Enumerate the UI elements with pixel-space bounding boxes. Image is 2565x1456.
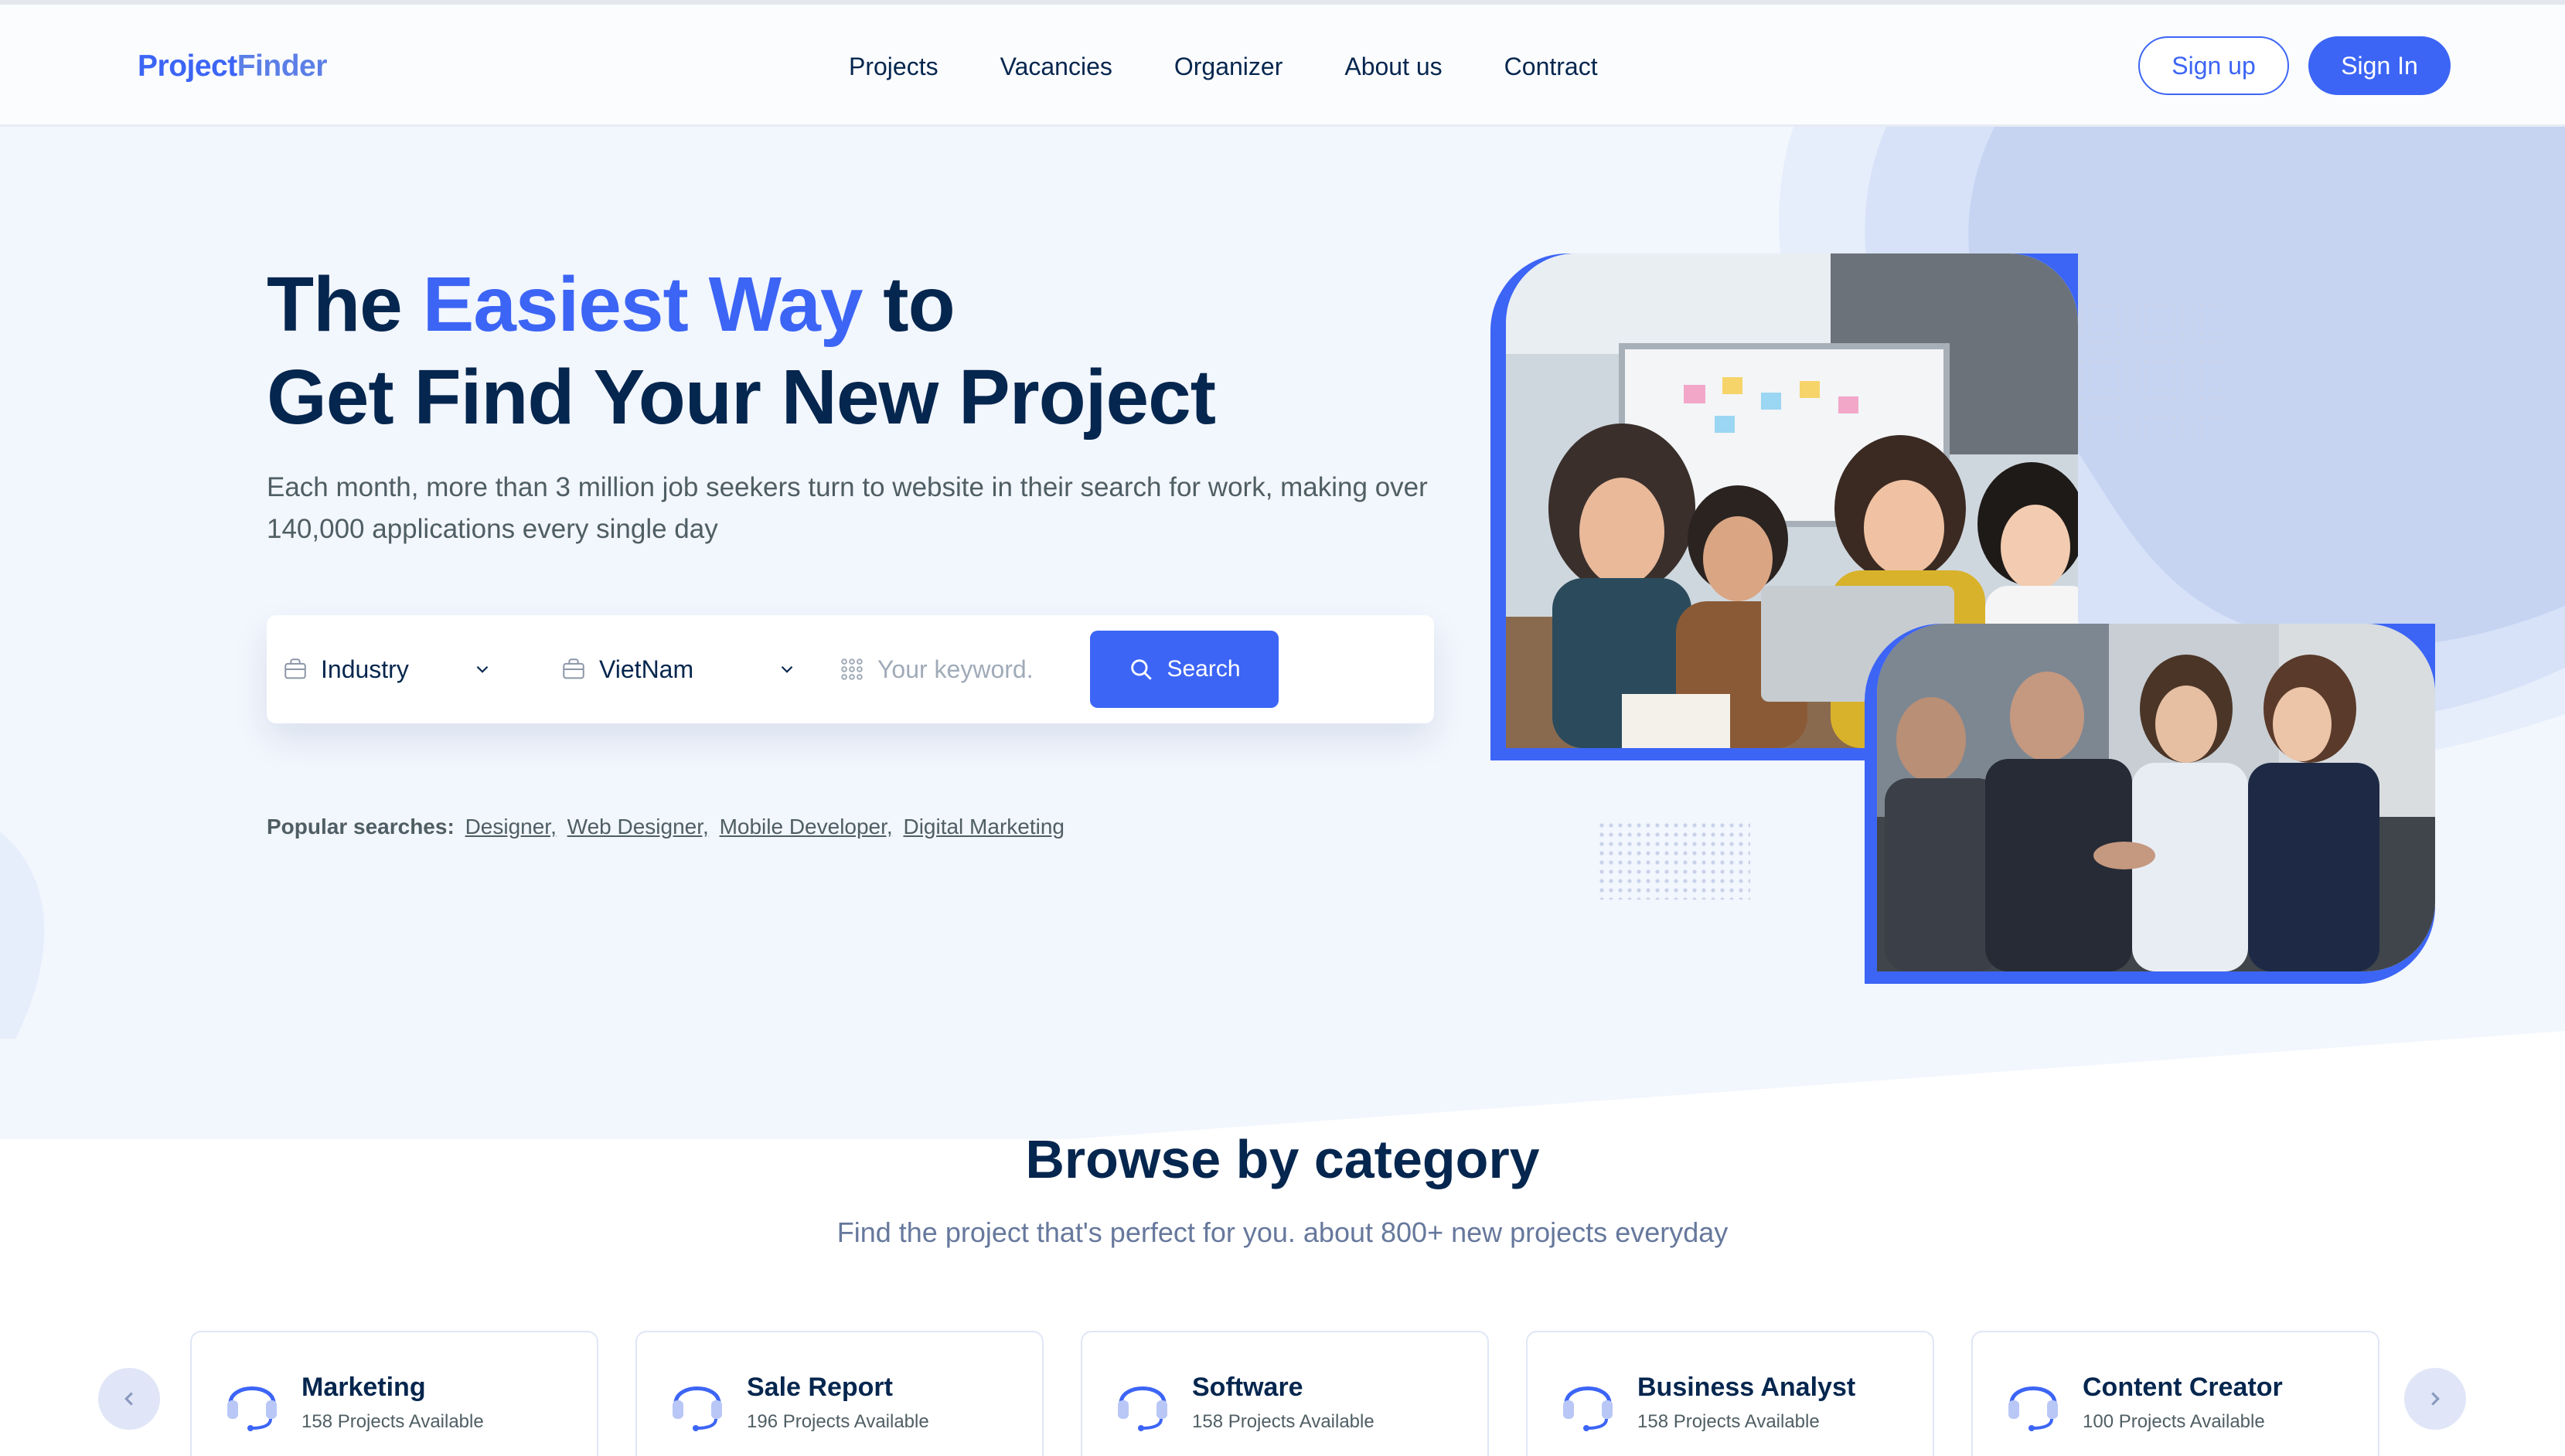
- popular-link-mobile-developer[interactable]: Mobile Developer,: [720, 815, 893, 839]
- location-select[interactable]: VietNam: [560, 615, 693, 723]
- category-card-business-analyst[interactable]: Business Analyst 158 Projects Available: [1526, 1331, 1934, 1456]
- search-box: Industry VietNam Your keyword. Search: [267, 615, 1434, 723]
- sign-up-button[interactable]: Sign up: [2138, 36, 2289, 95]
- headset-icon: [1118, 1386, 1167, 1431]
- chevron-down-icon[interactable]: [472, 659, 492, 679]
- category-card-title: Business Analyst: [1637, 1373, 1856, 1402]
- nav-contract[interactable]: Contract: [1504, 53, 1598, 81]
- chevron-down-icon[interactable]: [777, 659, 797, 679]
- hero-bottom-curve: [1068, 1031, 2565, 1139]
- hero-description: Each month, more than 3 million job seek…: [267, 472, 1428, 544]
- category-card-title: Content Creator: [2083, 1373, 2283, 1402]
- main-nav: Projects Vacancies Organizer About us Co…: [849, 53, 1660, 81]
- dot-pattern: [1599, 822, 1750, 900]
- logo[interactable]: ProjectFinder: [138, 49, 327, 83]
- headset-icon: [1563, 1386, 1613, 1431]
- nav-about-us[interactable]: About us: [1344, 53, 1442, 81]
- chevron-right-icon: [2431, 1392, 2440, 1406]
- chevron-left-icon: [124, 1392, 133, 1406]
- sign-in-button[interactable]: Sign In: [2308, 36, 2451, 95]
- nav-projects[interactable]: Projects: [849, 53, 938, 81]
- hero-image-handshake: [1877, 624, 2435, 971]
- site-header: ProjectFinder Projects Vacancies Organiz…: [0, 5, 2565, 127]
- headset-icon: [227, 1386, 277, 1431]
- category-card-title: Software: [1192, 1373, 1303, 1402]
- category-title: Browse by category: [1025, 1129, 1540, 1189]
- popular-label: Popular searches:: [267, 815, 455, 839]
- industry-select[interactable]: Industry: [282, 615, 409, 723]
- category-card-title: Sale Report: [747, 1373, 893, 1402]
- hero-section: The Easiest Way to Get Find Your New Pro…: [0, 127, 2565, 1139]
- hero-title: The Easiest Way to Get Find Your New Pro…: [267, 261, 1216, 441]
- industry-value: Industry: [321, 655, 409, 683]
- category-card-count: 158 Projects Available: [1192, 1411, 1374, 1432]
- headset-icon: [673, 1386, 722, 1431]
- category-card-sale-report[interactable]: Sale Report 196 Projects Available: [635, 1331, 1044, 1456]
- keyword-input[interactable]: Your keyword.: [839, 615, 1034, 723]
- location-value: VietNam: [599, 655, 694, 683]
- search-button[interactable]: Search: [1090, 631, 1279, 708]
- category-card-marketing[interactable]: Marketing 158 Projects Available: [190, 1331, 598, 1456]
- category-card-count: 196 Projects Available: [747, 1411, 929, 1432]
- nav-organizer[interactable]: Organizer: [1174, 53, 1283, 81]
- category-card-count: 158 Projects Available: [1637, 1411, 1820, 1432]
- carousel-next-button[interactable]: [2404, 1368, 2466, 1430]
- category-card-content-creator[interactable]: Content Creator 100 Projects Available: [1971, 1331, 2379, 1456]
- keyword-placeholder: Your keyword.: [877, 655, 1034, 683]
- category-subtitle: Find the project that's perfect for you.…: [836, 1216, 1729, 1248]
- category-card-title: Marketing: [301, 1373, 426, 1402]
- category-card-count: 158 Projects Available: [301, 1411, 484, 1432]
- location-icon: [563, 658, 584, 679]
- carousel-prev-button[interactable]: [98, 1368, 160, 1430]
- category-card-count: 100 Projects Available: [2083, 1411, 2265, 1432]
- search-icon: [1131, 659, 1153, 680]
- headset-icon: [2008, 1386, 2058, 1431]
- popular-link-designer[interactable]: Designer,: [465, 815, 557, 839]
- briefcase-icon: [284, 658, 306, 679]
- grid-dots-icon: [841, 658, 863, 680]
- popular-link-digital-marketing[interactable]: Digital Marketing: [903, 815, 1064, 839]
- category-card-software[interactable]: Software 158 Projects Available: [1081, 1331, 1489, 1456]
- dot-pattern: [2078, 303, 2229, 442]
- popular-link-web-designer[interactable]: Web Designer,: [567, 815, 709, 839]
- hero-title-highlight: Easiest Way: [422, 261, 864, 348]
- popular-searches: Popular searches: Designer, Web Designer…: [267, 815, 1064, 839]
- nav-vacancies[interactable]: Vacancies: [1000, 53, 1112, 81]
